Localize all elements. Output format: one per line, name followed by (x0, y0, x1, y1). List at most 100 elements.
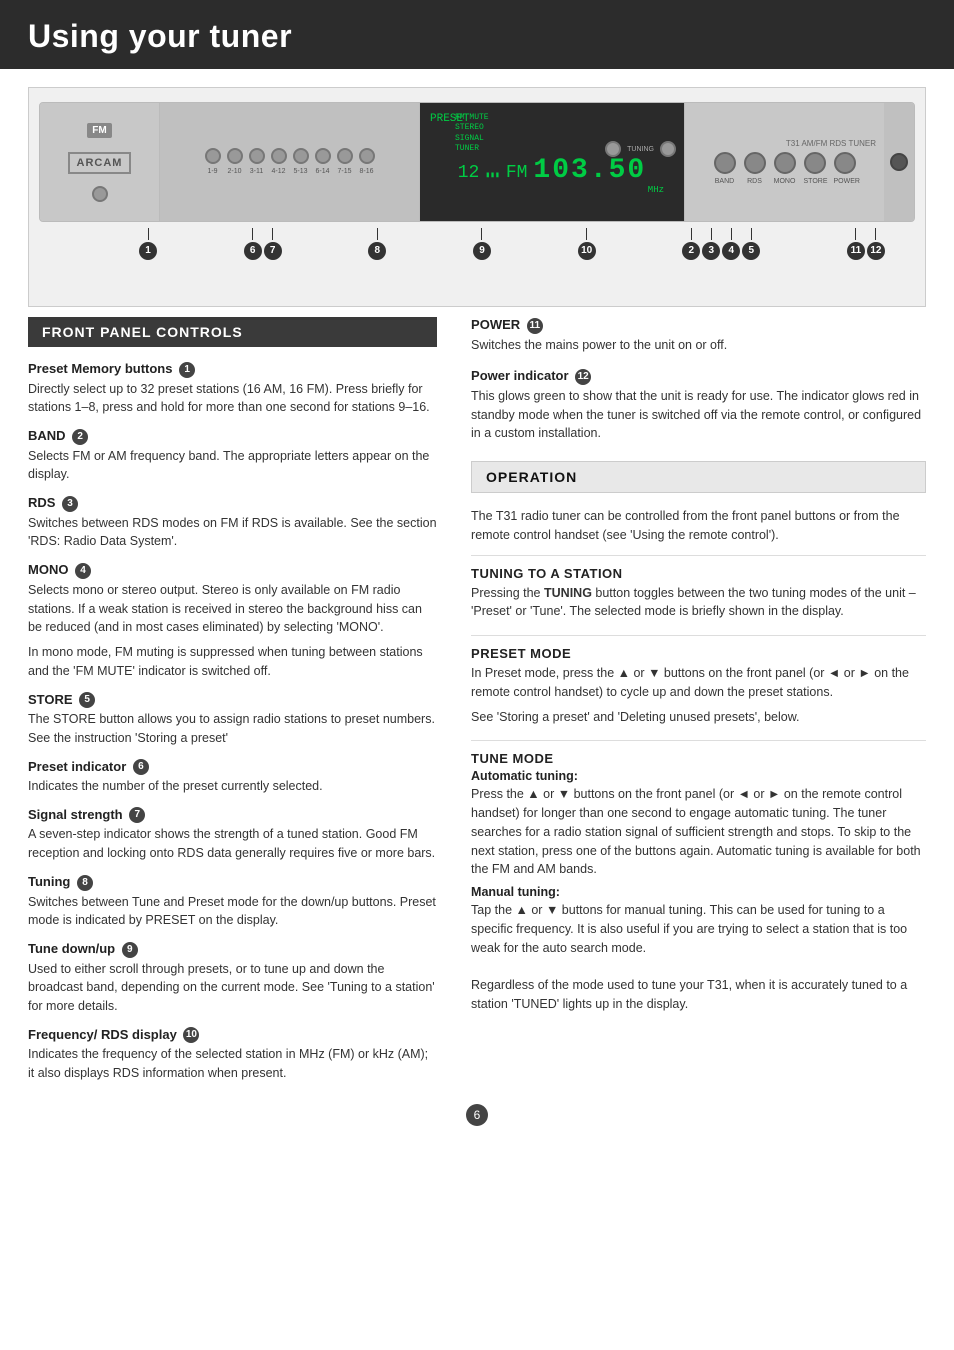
tuning-label: TUNING (627, 146, 654, 153)
display-hz-label: MHz (648, 185, 664, 195)
front-panel-section-header: FRONT PANEL CONTROLS (28, 317, 437, 347)
num-label-9: 9 (473, 228, 491, 260)
ctrl-body-preset-indicator: Indicates the number of the preset curre… (28, 777, 437, 796)
badge-tuning: 8 (77, 875, 93, 891)
page-number: 6 (466, 1104, 488, 1126)
page-header: Using your tuner (0, 0, 954, 69)
ctrl-body-store: The STORE button allows you to assign ra… (28, 710, 437, 748)
preset-btn-6[interactable] (315, 148, 331, 164)
operation-intro: The T31 radio tuner can be controlled fr… (471, 507, 926, 545)
arcam-logo: ARCAM (68, 152, 132, 174)
op-tune-mode: TUNE MODE Automatic tuning: Press the ▲ … (471, 751, 926, 1013)
num-label-7: 7 (264, 228, 282, 260)
preset-btn-5[interactable] (293, 148, 309, 164)
control-tuning: Tuning 8 Switches between Tune and Prese… (28, 874, 437, 930)
badge-power: 11 (527, 318, 543, 334)
ctrl-title-tune-downup: Tune down/up 9 (28, 941, 437, 958)
control-power-indicator: Power indicator 12 This glows green to s… (471, 368, 926, 443)
op-preset-mode: PRESET MODE In Preset mode, press the ▲ … (471, 646, 926, 726)
tune-up-btn[interactable] (660, 141, 676, 157)
control-preset-indicator: Preset indicator 6 Indicates the number … (28, 759, 437, 796)
num-label-12: 12 (867, 228, 885, 260)
ctrl-body-rds: Switches between RDS modes on FM if RDS … (28, 514, 437, 552)
num-label-8: 8 (368, 228, 386, 260)
control-frequency-rds: Frequency/ RDS display 10 Indicates the … (28, 1027, 437, 1083)
op-body-auto-tuning: Press the ▲ or ▼ buttons on the front pa… (471, 785, 926, 879)
badge-rds: 3 (62, 496, 78, 512)
badge-preset-memory: 1 (179, 362, 195, 378)
tune-down-btn[interactable] (605, 141, 621, 157)
ctrl-title-preset-indicator: Preset indicator 6 (28, 759, 437, 776)
ctrl-body-band: Selects FM or AM frequency band. The app… (28, 447, 437, 485)
display-number: 12 (458, 163, 480, 183)
ctrl-body-power: Switches the mains power to the unit on … (471, 336, 926, 355)
control-store: STORE 5 The STORE button allows you to a… (28, 692, 437, 748)
power-indicator-section (884, 103, 914, 221)
num-label-6: 6 (244, 228, 262, 260)
left-column: FRONT PANEL CONTROLS Preset Memory butto… (28, 317, 459, 1094)
ctrl-title-power-indicator: Power indicator 12 (471, 368, 926, 385)
ctrl-title-rds: RDS 3 (28, 495, 437, 512)
control-signal-strength: Signal strength 7 A seven-step indicator… (28, 807, 437, 863)
tuner-button-small-1[interactable] (92, 186, 108, 202)
main-content: FRONT PANEL CONTROLS Preset Memory butto… (0, 317, 954, 1094)
tuner-diagram: FM ARCAM 1-9 2-10 3-11 4-12 (39, 102, 915, 222)
op-title-preset-mode: PRESET MODE (471, 646, 926, 661)
op-title-tune-mode: TUNE MODE (471, 751, 926, 766)
preset-btn-4[interactable] (271, 148, 287, 164)
op-body-preset-mode-1: In Preset mode, press the ▲ or ▼ buttons… (471, 664, 926, 702)
right-column: POWER 11 Switches the mains power to the… (459, 317, 926, 1094)
page-title: Using your tuner (28, 18, 926, 55)
num-label-2: 2 (682, 228, 700, 260)
badge-frequency-rds: 10 (183, 1027, 199, 1043)
rds-btn[interactable] (744, 152, 766, 174)
preset-btn-3[interactable] (249, 148, 265, 164)
num-label-5: 5 (742, 228, 760, 260)
tuner-diagram-area: FM ARCAM 1-9 2-10 3-11 4-12 (28, 87, 926, 307)
preset-btn-2[interactable] (227, 148, 243, 164)
tuner-left-section: FM ARCAM (40, 103, 160, 221)
control-power: POWER 11 Switches the mains power to the… (471, 317, 926, 354)
preset-btn-1[interactable] (205, 148, 221, 164)
ctrl-title-preset-memory: Preset Memory buttons 1 (28, 361, 437, 378)
power-indicator-led (890, 153, 908, 171)
control-mono: MONO 4 Selects mono or stereo output. St… (28, 562, 437, 680)
fm-badge: FM (87, 123, 111, 138)
op-subtitle-manual-tuning: Manual tuning: (471, 885, 926, 899)
store-btn[interactable] (804, 152, 826, 174)
operation-section-header: OPERATION (471, 461, 926, 493)
mono-btn[interactable] (774, 152, 796, 174)
preset-btn-7[interactable] (337, 148, 353, 164)
band-btn[interactable] (714, 152, 736, 174)
op-subtitle-auto-tuning: Automatic tuning: (471, 769, 926, 783)
ctrl-title-tuning: Tuning 8 (28, 874, 437, 891)
display-status-labels: FM MUTESTEREOSIGNALTUNER (455, 113, 489, 155)
ctrl-body-power-indicator: This glows green to show that the unit i… (471, 387, 926, 443)
badge-signal-strength: 7 (129, 807, 145, 823)
preset-buttons-section: 1-9 2-10 3-11 4-12 5-13 6-14 7-15 8-16 (160, 103, 420, 221)
page-number-area: 6 (0, 1094, 954, 1140)
num-label-3: 3 (702, 228, 720, 260)
power-btn[interactable] (834, 152, 856, 174)
ctrl-title-signal-strength: Signal strength 7 (28, 807, 437, 824)
control-tune-downup: Tune down/up 9 Used to either scroll thr… (28, 941, 437, 1016)
display-fm-label: FM (506, 163, 528, 183)
badge-band: 2 (72, 429, 88, 445)
tuner-model-label: T31 AM/FM RDS TUNER (685, 139, 884, 148)
tuner-display-section: PRESET FM MUTESTEREOSIGNALTUNER 12 ▮▮▮ F… (420, 103, 684, 221)
ctrl-body-mono-2: In mono mode, FM muting is suppressed wh… (28, 643, 437, 681)
op-body-preset-mode-2: See 'Storing a preset' and 'Deleting unu… (471, 708, 926, 727)
display-frequency: 103.50 (533, 155, 646, 186)
tuner-right-section: T31 AM/FM RDS TUNER BAND RDS MONO STORE … (684, 103, 884, 221)
preset-btn-8[interactable] (359, 148, 375, 164)
control-rds: RDS 3 Switches between RDS modes on FM i… (28, 495, 437, 551)
badge-preset-indicator: 6 (133, 759, 149, 775)
ctrl-title-mono: MONO 4 (28, 562, 437, 579)
op-title-tuning-to-station: TUNING TO A STATION (471, 566, 926, 581)
ctrl-title-band: BAND 2 (28, 428, 437, 445)
ctrl-body-signal-strength: A seven-step indicator shows the strengt… (28, 825, 437, 863)
number-labels-row: 1 6 7 8 9 10 2 (39, 222, 915, 260)
control-band: BAND 2 Selects FM or AM frequency band. … (28, 428, 437, 484)
ctrl-body-tune-downup: Used to either scroll through presets, o… (28, 960, 437, 1016)
badge-power-indicator: 12 (575, 369, 591, 385)
